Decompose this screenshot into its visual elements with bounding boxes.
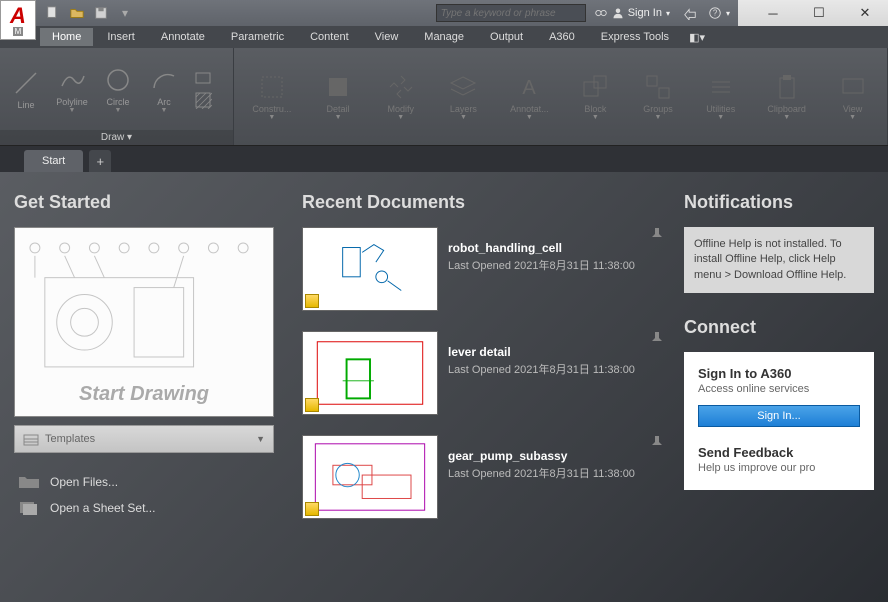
templates-icon (23, 432, 39, 446)
svg-text:A: A (523, 77, 537, 99)
help-icon[interactable]: ? (708, 6, 722, 20)
rectangle-icon[interactable] (194, 69, 212, 87)
ribbon: Line Polyline▼ Circle▼ Arc▼ Draw ▾ Const… (0, 48, 888, 146)
tool-annotation[interactable]: AAnnotat...▼ (506, 70, 553, 123)
binoculars-icon (594, 6, 608, 20)
tool-groups[interactable]: Groups▼ (638, 70, 678, 123)
recent-documents-heading: Recent Documents (302, 192, 664, 213)
tab-express-tools[interactable]: Express Tools (589, 28, 681, 46)
notifications-heading: Notifications (684, 192, 874, 213)
signin-a360-heading: Sign In to A360 (698, 366, 860, 381)
ribbon-tabs: Home Insert Annotate Parametric Content … (0, 26, 888, 48)
tool-line[interactable]: Line (6, 66, 46, 112)
folder-icon (18, 475, 40, 489)
signin-button[interactable]: Sign In... (698, 405, 860, 427)
send-feedback-heading: Send Feedback (698, 445, 860, 460)
dwg-badge-icon (305, 398, 319, 412)
autocad-logo-icon: A (10, 5, 26, 27)
tab-home[interactable]: Home (40, 28, 93, 46)
dwg-badge-icon (305, 294, 319, 308)
tab-start[interactable]: Start (24, 150, 83, 172)
new-tab-button[interactable]: + (89, 150, 111, 172)
connect-heading: Connect (684, 317, 874, 338)
app-menu-button[interactable]: A M (0, 0, 36, 40)
tab-a360[interactable]: A360 (537, 28, 587, 46)
tool-clipboard[interactable]: Clipboard▼ (763, 70, 810, 123)
tool-modify[interactable]: Modify▼ (381, 70, 421, 123)
tab-output[interactable]: Output (478, 28, 535, 46)
sheets-icon (18, 501, 40, 515)
tool-view[interactable]: View▼ (833, 70, 873, 123)
document-tabbar: Start + (0, 146, 888, 172)
titlebar: A M ▾ Sign In ▾ ? ▾ ─ ☐ ✕ (0, 0, 888, 26)
tab-view[interactable]: View (363, 28, 411, 46)
tool-construction[interactable]: Constru...▼ (248, 70, 295, 123)
save-icon[interactable] (94, 6, 108, 20)
tab-manage[interactable]: Manage (412, 28, 476, 46)
recent-item[interactable]: robot_handling_cell Last Opened 2021年8月3… (302, 227, 664, 311)
maximize-button[interactable]: ☐ (796, 0, 842, 26)
tab-insert[interactable]: Insert (95, 28, 147, 46)
recent-thumbnail (302, 331, 438, 415)
pin-icon[interactable] (650, 227, 664, 241)
dwg-badge-icon (305, 502, 319, 516)
tab-content[interactable]: Content (298, 28, 361, 46)
close-button[interactable]: ✕ (842, 0, 888, 26)
templates-dropdown[interactable]: Templates ▼ (14, 425, 274, 453)
search-input[interactable] (436, 4, 586, 22)
tool-utilities[interactable]: Utilities▼ (701, 70, 741, 123)
person-icon (612, 7, 624, 19)
tool-layers[interactable]: Layers▼ (443, 70, 483, 123)
tool-detail[interactable]: Detail▼ (318, 70, 358, 123)
tool-arc[interactable]: Arc▼ (144, 63, 184, 116)
recent-item[interactable]: lever detail Last Opened 2021年8月31日 11:3… (302, 331, 664, 415)
tool-circle[interactable]: Circle▼ (98, 63, 138, 116)
panel-draw-label[interactable]: Draw ▾ (0, 130, 233, 145)
window-controls: ─ ☐ ✕ (750, 0, 888, 26)
tool-block[interactable]: Block▼ (575, 70, 615, 123)
svg-text:?: ? (713, 9, 718, 18)
start-drawing-card[interactable]: Start Drawing (14, 227, 274, 417)
signin-menu[interactable]: Sign In ▾ ? ▾ (586, 6, 738, 20)
tool-polyline[interactable]: Polyline▼ (52, 63, 92, 116)
pin-icon[interactable] (650, 331, 664, 345)
tab-annotate[interactable]: Annotate (149, 28, 217, 46)
chevron-down-icon: ▼ (256, 434, 265, 444)
tab-parametric[interactable]: Parametric (219, 28, 296, 46)
new-icon[interactable] (46, 6, 60, 20)
get-started-heading: Get Started (14, 192, 282, 213)
exchange-icon[interactable] (682, 6, 698, 20)
open-sheet-set-link[interactable]: Open a Sheet Set... (14, 495, 282, 521)
pin-icon[interactable] (650, 435, 664, 449)
open-icon[interactable] (70, 6, 84, 20)
recent-thumbnail (302, 227, 438, 311)
recent-item[interactable]: gear_pump_subassy Last Opened 2021年8月31日… (302, 435, 664, 519)
template-preview-icon (25, 238, 263, 377)
start-page: Get Started Start Drawing Templates ▼ Op… (0, 172, 888, 602)
minimize-button[interactable]: ─ (750, 0, 796, 26)
hatch-icon[interactable] (194, 91, 212, 109)
open-files-link[interactable]: Open Files... (14, 469, 282, 495)
notification-message: Offline Help is not installed. To instal… (684, 227, 874, 293)
connect-panel: Sign In to A360 Access online services S… (684, 352, 874, 490)
recent-thumbnail (302, 435, 438, 519)
ribbon-collapse-icon[interactable]: ◧▾ (683, 28, 711, 47)
quick-access-toolbar: ▾ Sign In ▾ ? ▾ (36, 0, 738, 26)
